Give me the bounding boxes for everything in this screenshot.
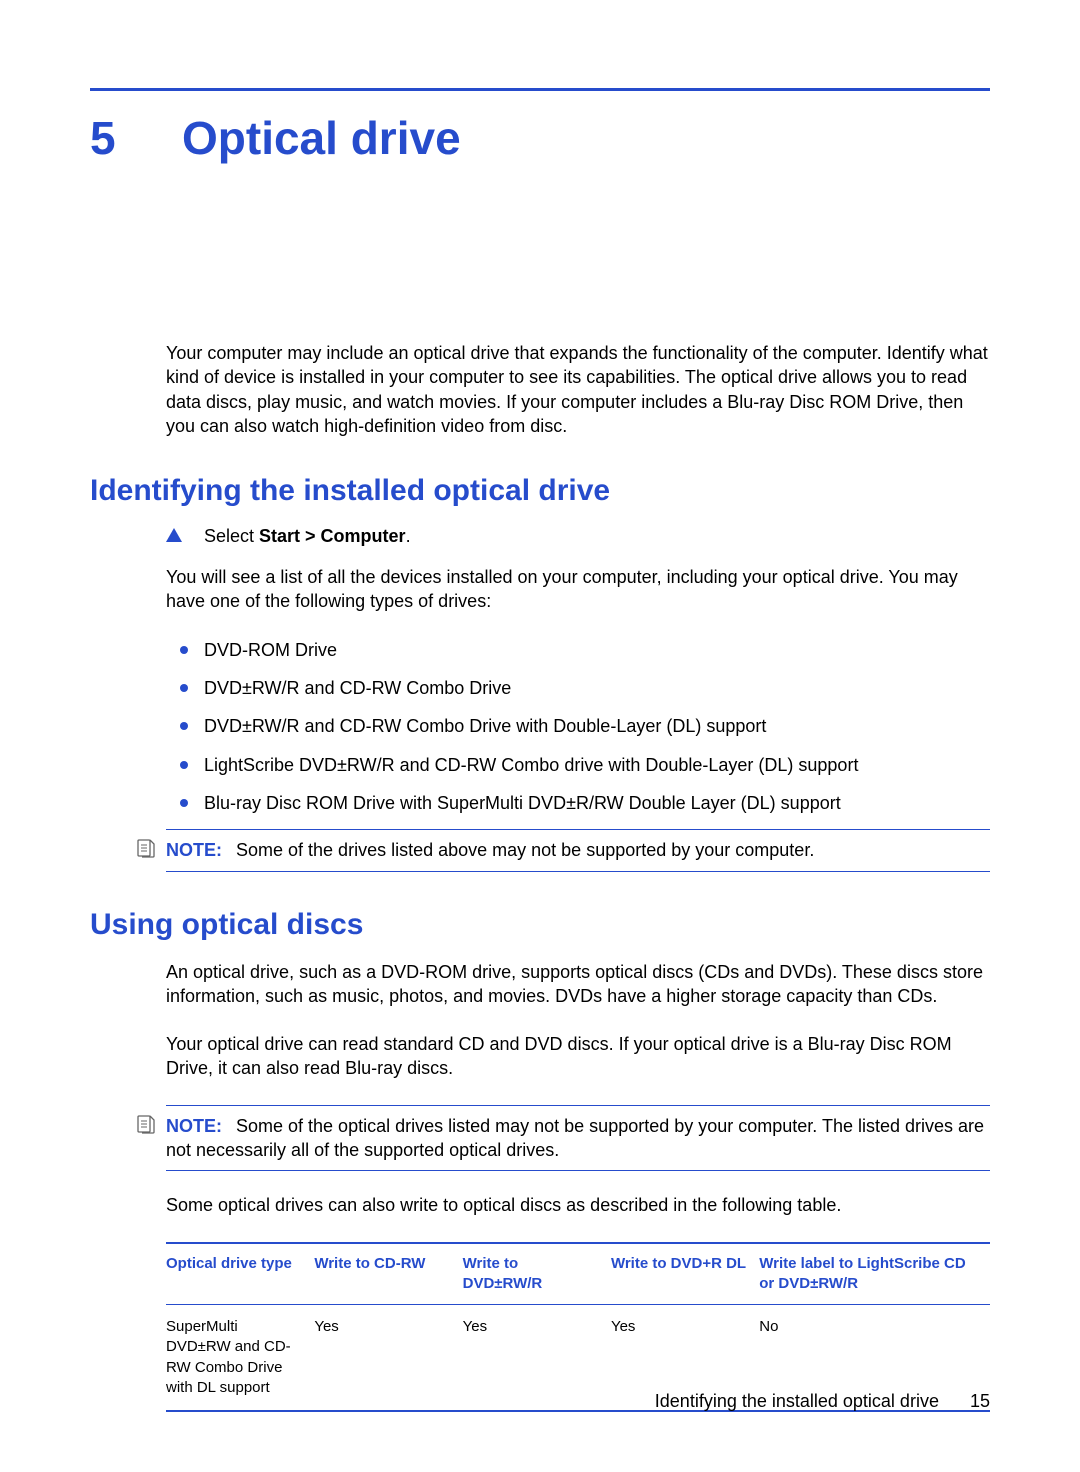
drive-list: DVD-ROM Drive DVD±RW/R and CD-RW Combo D… (166, 638, 990, 815)
list-item: DVD±RW/R and CD-RW Combo Drive (166, 676, 990, 700)
note-text: NOTE:Some of the optical drives listed m… (166, 1114, 990, 1163)
optical-drive-table: Optical drive type Write to CD-RW Write … (166, 1242, 990, 1413)
th-write-dvdrdl: Write to DVD+R DL (611, 1243, 759, 1305)
step-bold: Start > Computer (259, 526, 406, 546)
section-heading-using: Using optical discs (90, 908, 990, 942)
note-block: NOTE: Some of the drives listed above may… (166, 829, 990, 871)
note-icon (136, 838, 156, 863)
note-text: NOTE: Some of the drives listed above may… (166, 838, 990, 862)
th-write-lightscribe: Write label to LightScribe CD or DVD±RW/… (759, 1243, 990, 1305)
step-text: Select Start > Computer. (204, 526, 411, 546)
using-p2: Your optical drive can read standard CD … (166, 1032, 990, 1081)
note-block: NOTE:Some of the optical drives listed m… (166, 1105, 990, 1172)
list-item: Blu-ray Disc ROM Drive with SuperMulti D… (166, 791, 990, 815)
note-icon (136, 1114, 156, 1139)
chapter-number: 5 (90, 115, 130, 161)
th-optical-type: Optical drive type (166, 1243, 314, 1305)
page-footer: Identifying the installed optical drive … (655, 1391, 990, 1412)
note-body: Some of the optical drives listed may no… (166, 1116, 984, 1160)
step-row: Select Start > Computer. (166, 526, 990, 547)
step-prefix: Select (204, 526, 259, 546)
note-body: Some of the drives listed above may not … (236, 840, 814, 860)
page-number: 15 (970, 1391, 990, 1411)
step-triangle-icon (166, 528, 182, 542)
note-label: NOTE: (166, 840, 222, 860)
th-write-cdrw: Write to CD-RW (314, 1243, 462, 1305)
cell-drive-type: SuperMulti DVD±RW and CD-RW Combo Drive … (166, 1305, 314, 1412)
list-item: DVD±RW/R and CD-RW Combo Drive with Doub… (166, 714, 990, 738)
intro-paragraph: Your computer may include an optical dri… (166, 341, 990, 438)
using-p3: Some optical drives can also write to op… (166, 1193, 990, 1217)
step-suffix: . (406, 526, 411, 546)
cell-dvdrw: Yes (463, 1305, 611, 1412)
th-write-dvdrw: Write to DVD±RW/R (463, 1243, 611, 1305)
footer-text: Identifying the installed optical drive (655, 1391, 939, 1411)
chapter-title: Optical drive (182, 115, 461, 161)
list-item: DVD-ROM Drive (166, 638, 990, 662)
step-followup-paragraph: You will see a list of all the devices i… (166, 565, 990, 614)
document-page: 5 Optical drive Your computer may includ… (0, 0, 1080, 1472)
top-rule (90, 88, 990, 91)
chapter-header: 5 Optical drive (90, 115, 990, 161)
cell-cdrw: Yes (314, 1305, 462, 1412)
using-p1: An optical drive, such as a DVD-ROM driv… (166, 960, 990, 1009)
section-heading-identifying: Identifying the installed optical drive (90, 474, 990, 508)
note-label: NOTE: (166, 1116, 222, 1136)
list-item: LightScribe DVD±RW/R and CD-RW Combo dri… (166, 753, 990, 777)
table-header-row: Optical drive type Write to CD-RW Write … (166, 1243, 990, 1305)
main-content: Your computer may include an optical dri… (166, 341, 990, 1412)
